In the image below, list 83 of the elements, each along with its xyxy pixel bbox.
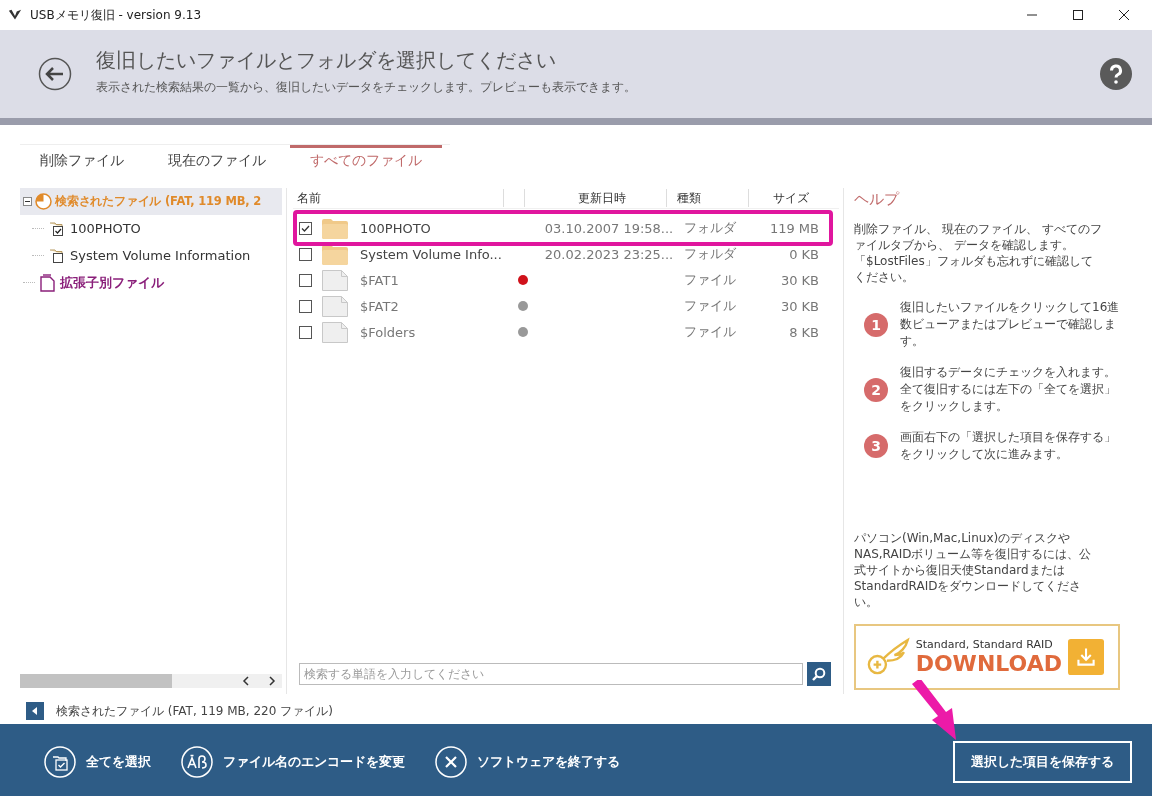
folder-checkbox-icon[interactable]: [49, 248, 65, 263]
column-header[interactable]: 名前: [293, 189, 503, 207]
checkbox[interactable]: [299, 273, 312, 287]
footer-action[interactable]: 全てを選択: [44, 746, 151, 778]
file-size: 119 MB: [769, 220, 819, 236]
step-text: 復旧するデータにチェックを入れます。全て復旧するには左下の「全てを選択」をクリックします。: [900, 364, 1117, 415]
search-field[interactable]: 検索する単語を入力してください: [299, 663, 803, 685]
download-banner[interactable]: Standard, Standard RAID DOWNLOAD: [854, 624, 1120, 690]
close-icon: [435, 746, 467, 778]
file-icon: [322, 295, 348, 317]
page-subtitle: 表示された検索結果の一覧から、復旧したいデータをチェックします。プレビューも表示できます。: [96, 80, 637, 95]
download-icon: [1067, 638, 1104, 676]
step-number: 1: [864, 312, 888, 337]
tree-item[interactable]: 拡張子別ファイル: [60, 273, 164, 292]
app-logo-icon: [8, 8, 22, 22]
maximize-icon[interactable]: [1072, 9, 1084, 21]
step-text: 画面右下の「選択した項目を保存する」をクリックして次に進みます。: [900, 429, 1117, 463]
file-size: 0 KB: [789, 246, 819, 262]
banner-caption: Standard, Standard RAID: [915, 638, 1054, 651]
help-icon[interactable]: [1100, 58, 1132, 90]
help-text: 削除ファイル、 現在のファイル、 すべてのファイルタブから、 データを確認します。「$LostFiles」フォルダも忘れずに確認してください。: [854, 221, 1103, 285]
column-header[interactable]: 更新日時: [524, 189, 666, 207]
window-title: USBメモリ復旧 - version 9.13: [30, 6, 202, 24]
collapse-left-icon[interactable]: [26, 702, 44, 720]
file-name: 100PHOTO: [360, 220, 432, 236]
encoding-icon: [181, 746, 213, 778]
tree-item[interactable]: 100PHOTO: [70, 221, 141, 236]
checked-folder-icon: [44, 746, 76, 778]
search-icon: [812, 667, 826, 681]
file-icon: [322, 321, 348, 343]
file-name: System Volume Info...: [360, 246, 503, 262]
file-row[interactable]: System Volume Info... 20.02.2023 23:25... フォルダ 0 KB: [293, 241, 839, 267]
disk-icon: [35, 193, 52, 210]
file-icon: [322, 269, 348, 291]
file-type: フォルダ: [683, 246, 736, 261]
collapse-icon[interactable]: [23, 197, 32, 206]
scroll-left-icon[interactable]: [242, 676, 250, 686]
tab[interactable]: すべてのファイル: [290, 145, 442, 176]
page-title: 復旧したいファイルとフォルダを選択してください: [96, 47, 557, 74]
modified-date: 20.02.2023 23:25...: [544, 246, 674, 262]
back-icon[interactable]: [38, 57, 72, 91]
horizontal-scrollbar[interactable]: [20, 674, 282, 688]
tab[interactable]: 削除ファイル: [20, 145, 144, 176]
banner-label: DOWNLOAD: [915, 651, 1062, 676]
file-row[interactable]: $Folders ファイル 8 KB: [293, 319, 839, 345]
winged-plus-icon: [866, 637, 910, 677]
folder-icon: [322, 217, 348, 239]
help-title: ヘルプ: [854, 190, 901, 209]
checkbox[interactable]: [299, 247, 312, 261]
column-header[interactable]: 種類: [666, 189, 748, 207]
tree-item[interactable]: System Volume Information: [70, 248, 251, 263]
file-type: フォルダ: [683, 220, 736, 235]
column-header[interactable]: サイズ: [748, 189, 833, 207]
step-number: 2: [864, 377, 888, 402]
tab[interactable]: 現在のファイル: [148, 145, 286, 176]
file-name: $FAT1: [360, 272, 400, 288]
checked-folder-icon[interactable]: [49, 221, 65, 236]
file-type: ファイル: [683, 298, 736, 313]
promo-text: パソコン(Win,Mac,Linux)のディスクやNAS,RAIDボリューム等を復旧するには、公式サイトから復旧天使Standardまたは StandardRAIDをダウンロードしてください。: [854, 530, 1093, 610]
save-button[interactable]: 選択した項目を保存する: [953, 741, 1132, 783]
file-row[interactable]: 100PHOTO 03.10.2007 19:58... フォルダ 119 MB: [293, 215, 839, 241]
scroll-right-icon[interactable]: [268, 676, 276, 686]
checkbox[interactable]: [299, 221, 312, 235]
footer-action[interactable]: ソフトウェアを終了する: [435, 746, 620, 778]
search-button[interactable]: [807, 662, 831, 686]
checkbox[interactable]: [299, 325, 312, 339]
status-text: 検索されたファイル (FAT, 119 MB, 220 ファイル): [56, 702, 333, 720]
file-row[interactable]: $FAT2 ファイル 30 KB: [293, 293, 839, 319]
file-name: $FAT2: [360, 298, 400, 314]
file-size: 8 KB: [789, 324, 819, 340]
file-size: 30 KB: [780, 272, 819, 288]
file-name: $Folders: [360, 324, 417, 340]
step-number: 3: [864, 434, 888, 458]
modified-date: 03.10.2007 19:58...: [544, 220, 674, 236]
file-type: ファイル: [683, 272, 736, 287]
file-size: 30 KB: [780, 298, 819, 314]
close-icon[interactable]: [1118, 9, 1130, 21]
file-type: ファイル: [683, 324, 736, 339]
step-text: 復旧したいファイルをクリックして16進数ビューアまたはプレビューで確認します。: [900, 299, 1120, 350]
file-row[interactable]: $FAT1 ファイル 30 KB: [293, 267, 839, 293]
footer-action[interactable]: ファイル名のエンコードを変更: [181, 746, 405, 778]
document-icon: [40, 273, 55, 292]
checkbox[interactable]: [299, 299, 312, 313]
